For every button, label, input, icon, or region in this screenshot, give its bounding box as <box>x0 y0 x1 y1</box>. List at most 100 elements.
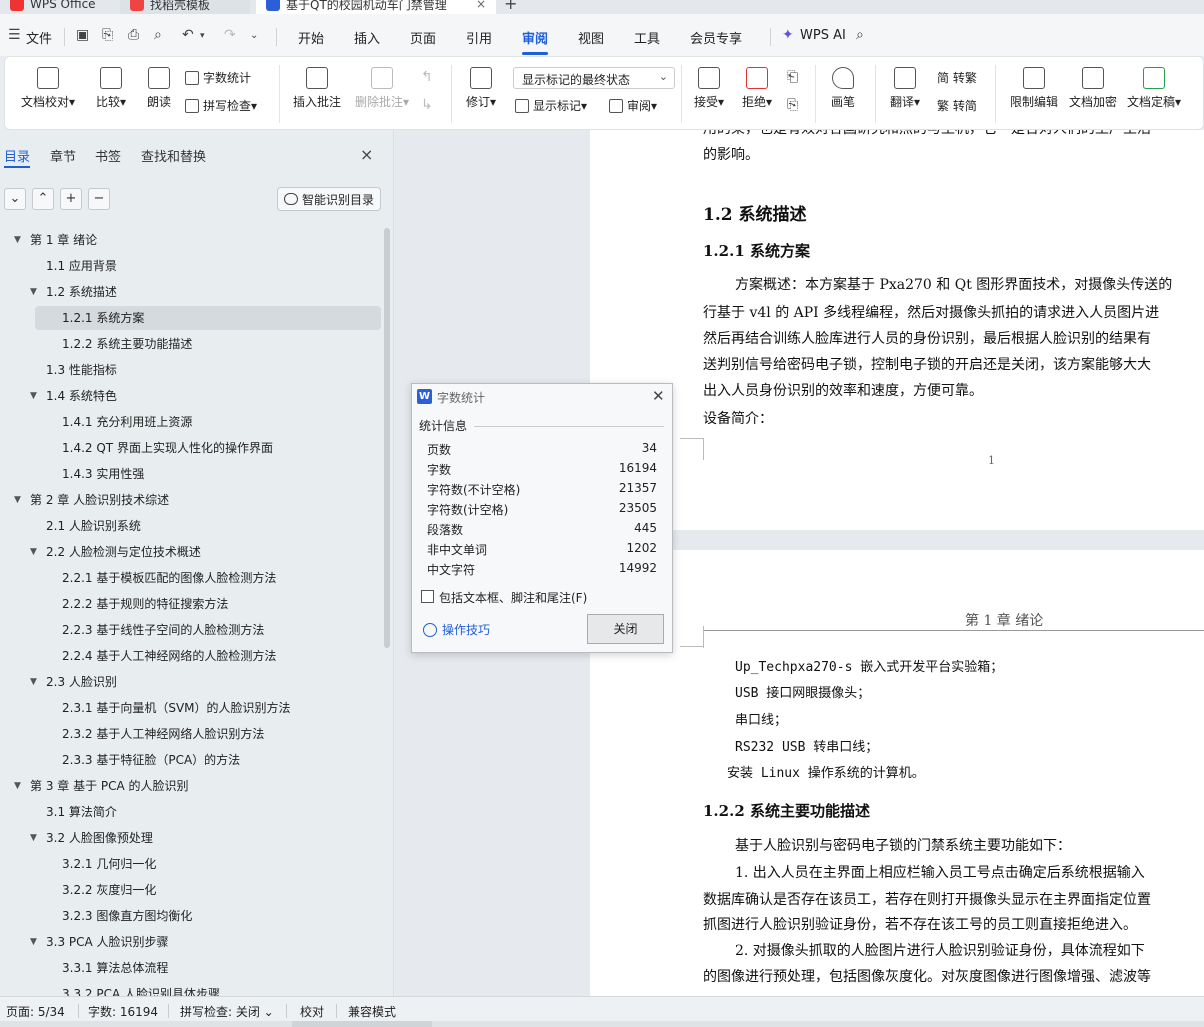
delete-comment-button[interactable]: 删除批注▾ <box>351 67 413 110</box>
tips-link[interactable]: 操作技巧 <box>423 621 490 638</box>
close-tab-icon[interactable]: × <box>476 0 486 11</box>
toc-item[interactable]: 3.1 算法简介 <box>46 800 117 824</box>
toc-item[interactable]: ▼ 3.2 人脸图像预处理 <box>30 826 153 850</box>
toc-item[interactable]: 1.1 应用背景 <box>46 254 117 278</box>
expand-triangle-icon[interactable]: ▼ <box>30 930 37 954</box>
new-tab-button[interactable]: + <box>504 0 517 13</box>
close-nav-icon[interactable]: × <box>360 145 373 164</box>
reject-button[interactable]: 拒绝▾ <box>737 67 777 110</box>
menu-tools[interactable]: 工具 <box>634 28 660 47</box>
menu-wps-ai[interactable]: WPS AI <box>800 28 846 43</box>
show-markup-button[interactable]: 显示标记 ▾ <box>515 97 587 114</box>
toc-item[interactable]: 2.2.1 基于模板匹配的图像人脸检测方法 <box>62 566 276 590</box>
toc-item[interactable]: 2.3.1 基于向量机（SVM）的人脸识别方法 <box>62 696 291 720</box>
to-traditional-button[interactable]: 简 转繁 <box>937 69 977 86</box>
tab-chapters[interactable]: 章节 <box>50 146 76 165</box>
toc-item[interactable]: ▼ 1.2 系统描述 <box>30 280 117 304</box>
toc-item[interactable]: 2.1 人脸识别系统 <box>46 514 141 538</box>
menu-insert[interactable]: 插入 <box>354 28 380 47</box>
review-pane-button[interactable]: 审阅 ▾ <box>609 97 657 114</box>
close-icon[interactable]: ✕ <box>652 387 665 405</box>
toc-item[interactable]: 3.3.2 PCA 人脸识别具体步骤 <box>62 982 220 996</box>
word-count-button[interactable]: 字数统计 <box>185 69 251 86</box>
toc-item[interactable]: 3.2.3 图像直方图均衡化 <box>62 904 192 928</box>
restrict-edit-button[interactable]: 限制编辑 <box>1003 67 1065 110</box>
toc-scrollbar[interactable] <box>384 228 390 648</box>
collapse-all-icon[interactable]: ⌄ <box>4 188 26 210</box>
toc-item[interactable]: 1.4.3 实用性强 <box>62 462 144 486</box>
expand-triangle-icon[interactable]: ▼ <box>30 670 37 694</box>
undo-dropdown-icon[interactable]: ▾ <box>200 31 205 41</box>
toc-item[interactable]: ▼ 第 3 章 基于 PCA 的人脸识别 <box>14 774 189 798</box>
toc-item[interactable]: 1.4.1 充分利用班上资源 <box>62 410 192 434</box>
next-change-icon[interactable]: ⎘ <box>787 97 798 113</box>
expand-triangle-icon[interactable]: ▼ <box>14 488 21 512</box>
tab-find-replace[interactable]: 查找和替换 <box>141 146 206 165</box>
toc-item[interactable]: 2.3.2 基于人工神经网络人脸识别方法 <box>62 722 264 746</box>
compare-button[interactable]: 比较▾ <box>89 67 133 110</box>
status-page[interactable]: 页面: 5/34 <box>6 1003 65 1020</box>
toc-item[interactable]: 1.2.1 系统方案 <box>62 306 144 330</box>
toc-item[interactable]: ▼ 1.4 系统特色 <box>30 384 117 408</box>
insert-comment-button[interactable]: 插入批注 <box>289 67 345 110</box>
print-icon[interactable]: ⎙ <box>128 27 139 43</box>
markup-state-dropdown[interactable]: 显示标记的最终状态 ⌄ <box>513 67 675 89</box>
toc-item[interactable]: ▼ 第 1 章 绪论 <box>14 228 97 252</box>
expand-triangle-icon[interactable]: ▼ <box>30 826 37 850</box>
menu-references[interactable]: 引用 <box>466 28 492 47</box>
toc-item[interactable]: 2.2.2 基于规则的特征搜索方法 <box>62 592 228 616</box>
export-pdf-icon[interactable]: ⎘ <box>102 27 113 43</box>
expand-triangle-icon[interactable]: ▼ <box>14 774 21 798</box>
toc-item[interactable]: 3.3.1 算法总体流程 <box>62 956 168 980</box>
undo-icon[interactable]: ↶ <box>182 27 194 43</box>
translate-button[interactable]: 翻译▾ <box>883 67 927 110</box>
horizontal-scroll-thumb[interactable] <box>292 1021 432 1027</box>
include-textbox-checkbox[interactable] <box>421 590 434 603</box>
tab-template[interactable]: 找稻壳模板 <box>120 0 250 14</box>
toc-item[interactable]: ▼ 第 2 章 人脸识别技术综述 <box>14 488 169 512</box>
prev-comment-icon[interactable]: ↰ <box>421 69 433 85</box>
status-word-count[interactable]: 字数: 16194 <box>88 1003 158 1020</box>
toc-item[interactable]: ▼ 2.2 人脸检测与定位技术概述 <box>30 540 201 564</box>
toc-item[interactable]: 2.3.3 基于特征脸（PCA）的方法 <box>62 748 240 772</box>
accept-button[interactable]: 接受▾ <box>689 67 729 110</box>
tab-document[interactable]: 基于QT的校园机动车门禁管理 × <box>256 0 496 14</box>
promote-icon[interactable]: ⌃ <box>32 188 54 210</box>
dialog-title-bar[interactable]: W 字数统计 ✕ <box>412 384 672 410</box>
smart-toc-button[interactable]: 智能识别目录 <box>277 187 381 211</box>
prev-change-icon[interactable]: ⎗ <box>787 69 798 85</box>
toc-item[interactable]: ▼ 2.3 人脸识别 <box>30 670 117 694</box>
more-chevron-icon[interactable]: ⌄ <box>250 30 258 41</box>
menu-page[interactable]: 页面 <box>410 28 436 47</box>
toc-item[interactable]: 1.2.2 系统主要功能描述 <box>62 332 192 356</box>
finalize-button[interactable]: 文档定稿▾ <box>1123 67 1185 110</box>
encrypt-button[interactable]: 文档加密 <box>1065 67 1121 110</box>
remove-heading-icon[interactable]: − <box>88 188 110 210</box>
expand-triangle-icon[interactable]: ▼ <box>30 280 37 304</box>
tab-toc[interactable]: 目录 <box>4 146 30 165</box>
toc-item[interactable]: 3.2.1 几何归一化 <box>62 852 156 876</box>
hamburger-icon[interactable]: ☰ <box>8 27 21 43</box>
close-button[interactable]: 关闭 <box>587 614 664 644</box>
expand-triangle-icon[interactable]: ▼ <box>30 384 37 408</box>
redo-icon[interactable]: ↷ <box>224 27 236 43</box>
next-comment-icon[interactable]: ↳ <box>421 97 433 113</box>
toc-item[interactable]: 3.2.2 灰度归一化 <box>62 878 156 902</box>
print-preview-icon[interactable]: ⌕ <box>154 27 162 43</box>
to-simplified-button[interactable]: 繁 转简 <box>937 97 977 114</box>
read-aloud-button[interactable]: 朗读 <box>139 67 179 110</box>
toc-item[interactable]: 2.2.3 基于线性子空间的人脸检测方法 <box>62 618 264 642</box>
tab-bookmarks[interactable]: 书签 <box>95 146 121 165</box>
save-icon[interactable]: ▣ <box>76 27 89 43</box>
menu-view[interactable]: 视图 <box>578 28 604 47</box>
toc-item[interactable]: 2.2.4 基于人工神经网络的人脸检测方法 <box>62 644 276 668</box>
status-spell-check[interactable]: 拼写检查: 关闭 ⌄ <box>180 1003 274 1020</box>
pen-button[interactable]: 画笔 <box>823 67 863 110</box>
search-icon[interactable]: ⌕ <box>856 27 864 43</box>
menu-file[interactable]: 文件 <box>26 28 52 47</box>
menu-member[interactable]: 会员专享 <box>690 28 742 47</box>
tab-wps-office[interactable]: WPS Office <box>0 0 118 14</box>
expand-triangle-icon[interactable]: ▼ <box>14 228 21 252</box>
menu-home[interactable]: 开始 <box>298 28 324 47</box>
toc-item[interactable]: 1.4.2 QT 界面上实现人性化的操作界面 <box>62 436 273 460</box>
